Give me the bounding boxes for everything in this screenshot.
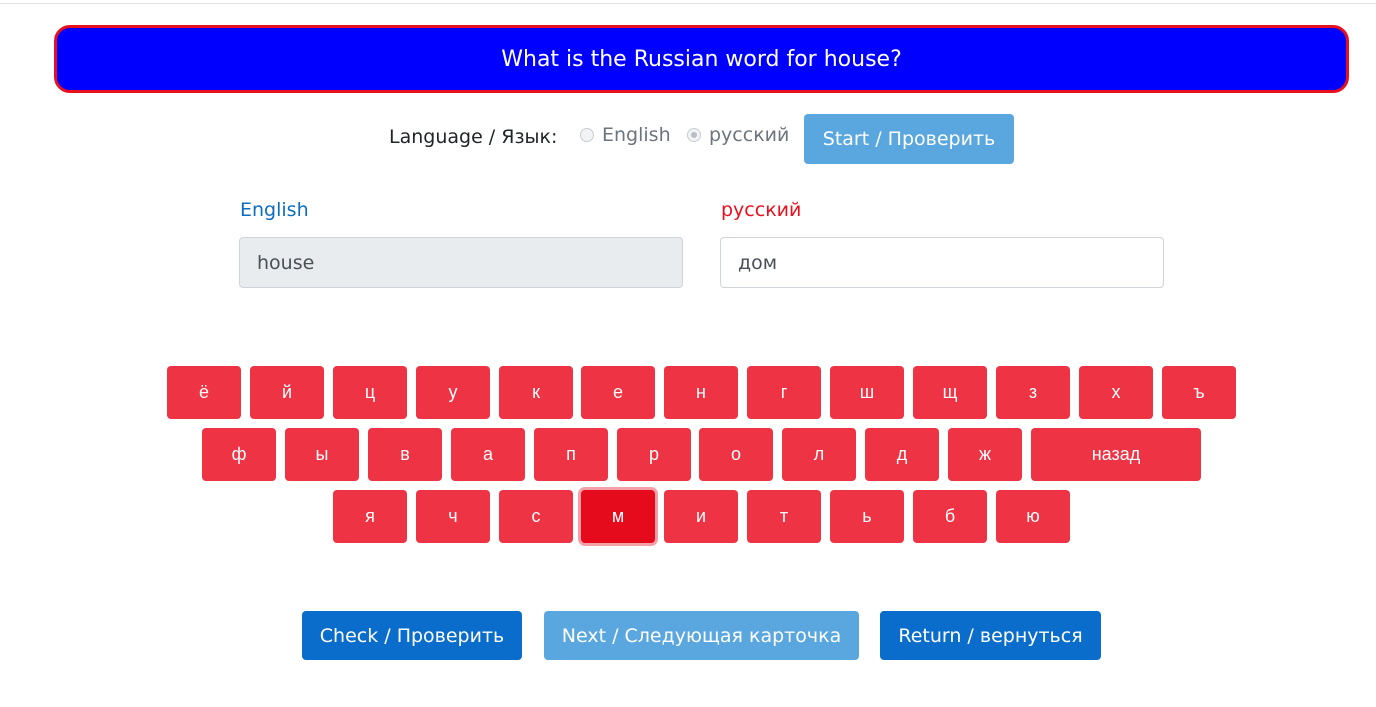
key-shch[interactable]: щ: [913, 366, 987, 419]
return-button[interactable]: Return / вернуться: [880, 611, 1101, 660]
key-i[interactable]: и: [664, 490, 738, 543]
russian-field-label: русский: [721, 199, 802, 221]
russian-answer-input[interactable]: дом: [720, 237, 1164, 288]
key-soft-sign[interactable]: ь: [830, 490, 904, 543]
radio-russian[interactable]: русский: [687, 124, 789, 146]
key-sh[interactable]: ш: [830, 366, 904, 419]
key-u[interactable]: у: [416, 366, 490, 419]
key-y[interactable]: ы: [285, 428, 359, 481]
key-ts[interactable]: ц: [333, 366, 407, 419]
top-divider: [0, 0, 1376, 4]
language-selector: Language / Язык: English русский Start /…: [0, 114, 1376, 164]
key-backspace[interactable]: назад: [1031, 428, 1201, 481]
radio-russian-circle[interactable]: [687, 128, 701, 142]
english-field-label: English: [240, 199, 309, 221]
english-word-field: house: [239, 237, 683, 288]
key-kh[interactable]: х: [1079, 366, 1153, 419]
key-m[interactable]: м: [581, 490, 655, 543]
key-g[interactable]: г: [747, 366, 821, 419]
radio-russian-label: русский: [709, 124, 790, 146]
start-button[interactable]: Start / Проверить: [804, 114, 1014, 164]
key-k[interactable]: к: [499, 366, 573, 419]
key-l[interactable]: л: [782, 428, 856, 481]
key-ye[interactable]: е: [581, 366, 655, 419]
russian-answer-value: дом: [738, 251, 778, 274]
question-banner: What is the Russian word for house?: [54, 25, 1349, 93]
language-label: Language / Язык:: [389, 126, 558, 148]
english-word-value: house: [257, 251, 315, 274]
key-n[interactable]: н: [664, 366, 738, 419]
key-b[interactable]: б: [913, 490, 987, 543]
next-card-button[interactable]: Next / Следующая карточка: [544, 611, 859, 660]
key-d[interactable]: д: [865, 428, 939, 481]
key-s[interactable]: с: [499, 490, 573, 543]
key-ch[interactable]: ч: [416, 490, 490, 543]
check-button[interactable]: Check / Проверить: [302, 611, 522, 660]
key-yu[interactable]: ю: [996, 490, 1070, 543]
key-f[interactable]: ф: [202, 428, 276, 481]
key-r[interactable]: р: [617, 428, 691, 481]
key-v[interactable]: в: [368, 428, 442, 481]
key-o[interactable]: о: [699, 428, 773, 481]
key-t[interactable]: т: [747, 490, 821, 543]
key-yo[interactable]: ё: [167, 366, 241, 419]
key-z[interactable]: з: [996, 366, 1070, 419]
key-a[interactable]: а: [451, 428, 525, 481]
radio-english-label: English: [602, 124, 671, 146]
key-hard-sign[interactable]: ъ: [1162, 366, 1236, 419]
key-short-i[interactable]: й: [250, 366, 324, 419]
radio-english-circle[interactable]: [580, 128, 594, 142]
key-zh[interactable]: ж: [948, 428, 1022, 481]
key-p[interactable]: п: [534, 428, 608, 481]
question-text: What is the Russian word for house?: [501, 46, 902, 72]
radio-english[interactable]: English: [580, 124, 671, 146]
key-ya[interactable]: я: [333, 490, 407, 543]
